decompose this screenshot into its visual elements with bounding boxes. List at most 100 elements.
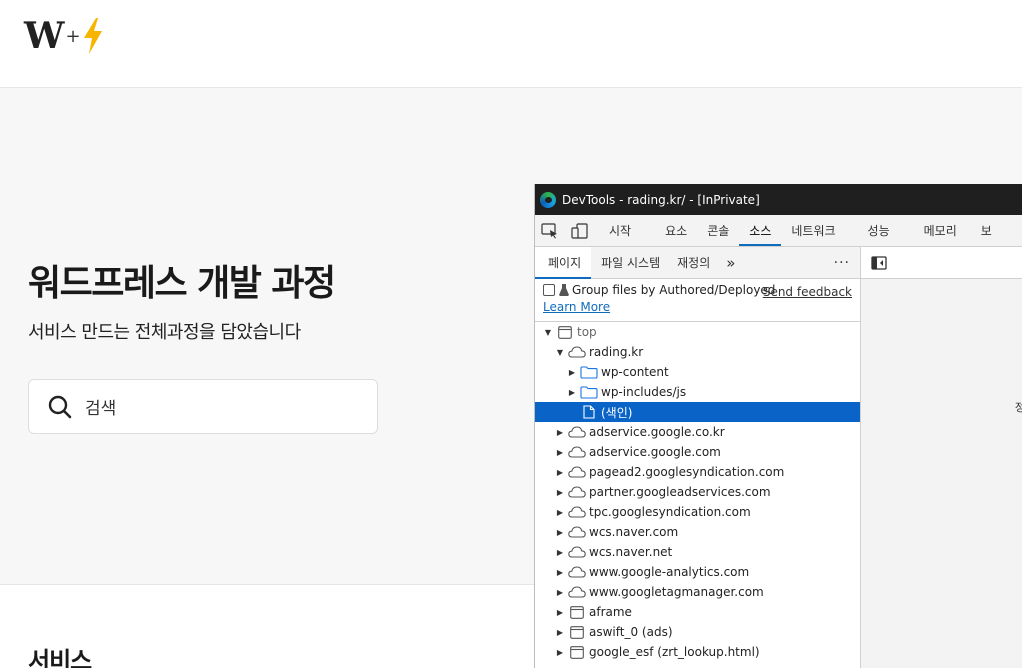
cloud-icon [568,565,586,579]
edge-browser-icon [540,191,556,208]
collapsed-arrow-icon[interactable]: ▶ [555,488,565,497]
cloud-icon [568,345,586,359]
collapsed-arrow-icon[interactable]: ▶ [555,608,565,617]
site-header: W + [0,0,1022,88]
tree-row[interactable]: ▶ partner.googleadservices.com [535,482,860,502]
tree-row-label: (색인) [601,405,633,420]
editor-toolbar [861,247,1022,279]
sources-navigator: 페이지 파일 시스템 재정의 » ··· Group files by Auth… [535,247,861,668]
collapsed-arrow-icon[interactable]: ▶ [555,468,565,477]
tree-row[interactable]: ▼ rading.kr [535,342,860,362]
collapsed-arrow-icon[interactable]: ▶ [567,368,577,377]
folder-icon [580,385,598,399]
inspect-element-icon[interactable] [535,215,565,246]
tree-row-label: partner.googleadservices.com [589,485,771,499]
tab-console[interactable]: 콘솔 [697,215,739,246]
tree-row[interactable]: ▶ pagead2.googlesyndication.com [535,462,860,482]
tab-label: 성능 [867,224,890,238]
tree-row[interactable]: (색인) [535,402,860,422]
tree-row[interactable]: ▶ adservice.google.co.kr [535,422,860,442]
site-logo[interactable]: W + [24,18,104,54]
frame-icon [556,325,574,339]
tree-row[interactable]: ▼ top [535,322,860,342]
tab-sources[interactable]: 소스 [739,215,782,246]
search-input[interactable]: 검색 [28,379,378,434]
frame-icon [568,625,586,639]
tab-more[interactable]: 보 [979,215,992,246]
tree-row[interactable]: ▶ aswift_0 (ads) [535,622,860,642]
tab-network[interactable]: 네트워크 [781,215,857,246]
cloud-icon [568,525,586,539]
nav-tab-overrides[interactable]: 재정의 [669,247,718,278]
tree-row-label: www.google-analytics.com [589,565,750,579]
tree-row-label: aswift_0 (ads) [589,625,673,639]
tab-label: 네트워크 [791,224,836,238]
group-files-checkbox[interactable] [543,284,555,296]
tab-label: 소스 [749,224,772,238]
tree-row-label: adservice.google.com [589,445,721,459]
nav-tab-label: 재정의 [677,256,711,270]
devtools-titlebar: DevTools - rading.kr/ - [InPrivate] [535,184,1022,215]
expanded-arrow-icon[interactable]: ▼ [543,328,553,337]
send-feedback-link[interactable]: Send feedback [763,285,852,299]
nav-tab-label: 파일 시스템 [601,256,661,270]
collapsed-arrow-icon[interactable]: ▶ [555,508,565,517]
collapsed-arrow-icon[interactable]: ▶ [555,568,565,577]
tree-row[interactable]: ▶ adservice.google.com [535,442,860,462]
file-tree: ▼ top ▼ rading.kr ▶ wp-content ▶ wp-includes/js… [535,322,860,662]
tree-row[interactable]: ▶ wp-includes/js [535,382,860,402]
tab-performance[interactable]: 성능 [858,215,914,246]
editor-hint-text: 정 [1014,401,1022,414]
more-options-icon[interactable]: ··· [824,247,860,278]
collapsed-arrow-icon[interactable]: ▶ [555,428,565,437]
expanded-arrow-icon[interactable]: ▼ [555,348,565,357]
cloud-icon [568,425,586,439]
nav-tab-label: 페이지 [548,256,582,270]
tab-welcome[interactable]: 시작 [595,215,655,246]
learn-more-link[interactable]: Learn More [543,300,610,314]
collapsed-arrow-icon[interactable]: ▶ [555,548,565,557]
tree-row[interactable]: ▶ wcs.naver.net [535,542,860,562]
tree-row[interactable]: ▶ google_esf (zrt_lookup.html) [535,642,860,662]
collapsed-arrow-icon[interactable]: ▶ [555,448,565,457]
tab-elements[interactable]: 요소 [655,215,697,246]
tree-row[interactable]: ▶ wcs.naver.com [535,522,860,542]
cloud-icon [568,585,586,599]
tree-row-label: aframe [589,605,632,619]
hero-subtitle: 서비스 만드는 전체과정을 담았습니다 [28,322,301,343]
collapsed-arrow-icon[interactable]: ▶ [555,528,565,537]
flask-icon [559,284,569,296]
tree-row[interactable]: ▶ aframe [535,602,860,622]
file-icon [580,405,598,419]
search-icon [48,395,72,418]
tree-row[interactable]: ▶ tpc.googlesyndication.com [535,502,860,522]
collapsed-arrow-icon[interactable]: ▶ [555,588,565,597]
search-placeholder: 검색 [85,399,117,419]
more-tabs-chevron-icon[interactable]: » [718,247,743,278]
cloud-icon [568,445,586,459]
nav-tab-page[interactable]: 페이지 [535,247,592,279]
navigator-options: Group files by Authored/Deployed Send fe… [535,279,860,322]
devtools-toolbar: 시작 요소 콘솔 소스 네트워크 성능 메모리 보 [535,215,1022,247]
frame-icon [568,645,586,659]
group-files-label: Group files by Authored/Deployed [572,283,776,297]
tree-row-label: google_esf (zrt_lookup.html) [589,645,760,659]
tab-memory[interactable]: 메모리 [914,215,979,246]
device-emulation-icon[interactable] [565,215,595,246]
nav-tab-filesystem[interactable]: 파일 시스템 [591,247,669,278]
tree-row-label: wp-content [601,365,669,379]
tree-row[interactable]: ▶ wp-content [535,362,860,382]
tab-label: 메모리 [923,224,957,238]
tree-row[interactable]: ▶ www.google-analytics.com [535,562,860,582]
tab-label: 콘솔 [707,224,730,238]
cloud-icon [568,505,586,519]
tree-row[interactable]: ▶ www.googletagmanager.com [535,582,860,602]
tree-row-label: pagead2.googlesyndication.com [589,465,785,479]
hero-title: 워드프레스 개발 과정 [28,263,336,304]
navigator-tabs: 페이지 파일 시스템 재정의 » ··· [535,247,860,279]
toggle-navigator-icon[interactable] [871,255,887,270]
lightning-bolt-icon [83,18,102,54]
collapsed-arrow-icon[interactable]: ▶ [555,648,565,657]
collapsed-arrow-icon[interactable]: ▶ [555,628,565,637]
collapsed-arrow-icon[interactable]: ▶ [567,388,577,397]
